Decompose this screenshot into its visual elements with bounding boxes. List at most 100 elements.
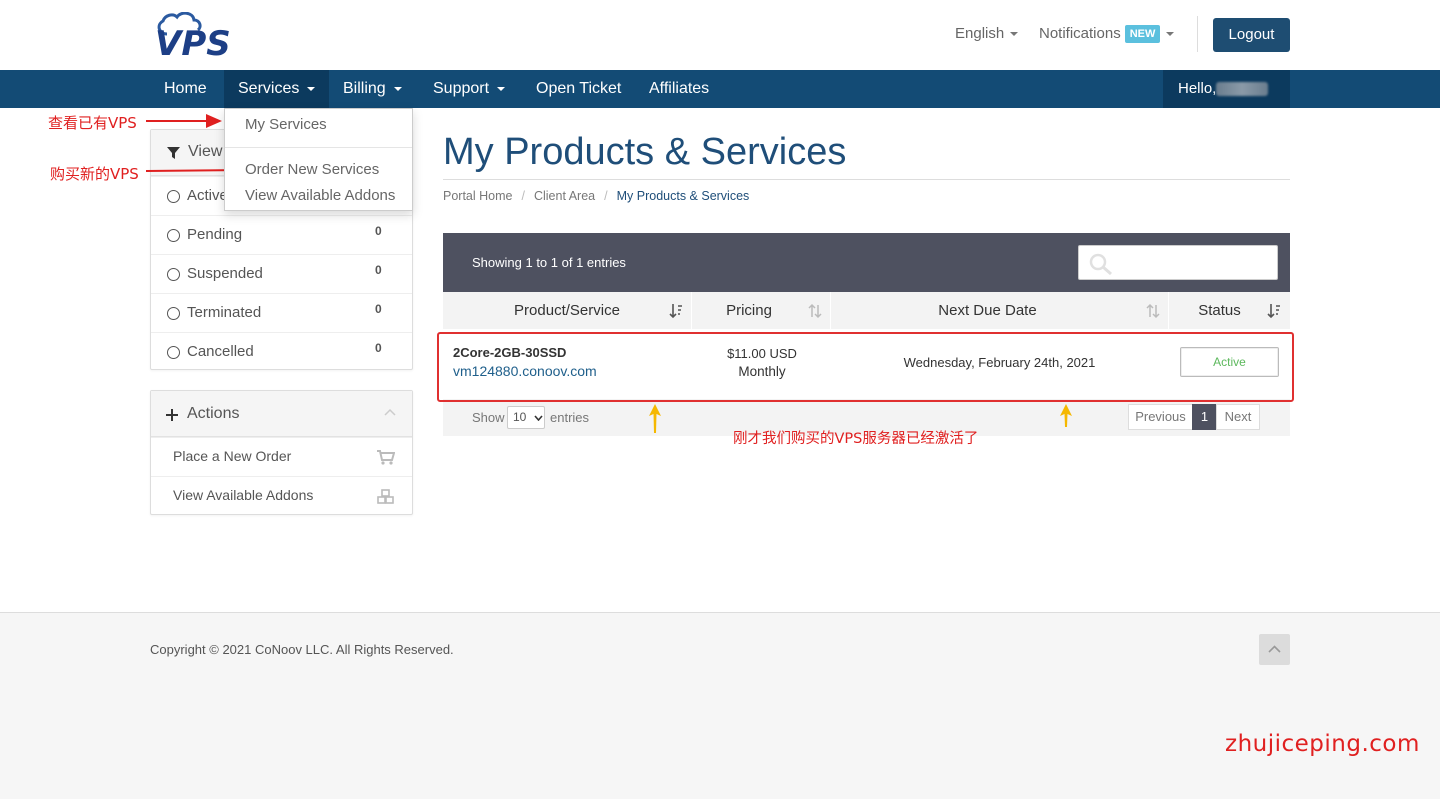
breadcrumb-portal-home[interactable]: Portal Home: [443, 189, 512, 203]
action-label: Place a New Order: [173, 448, 292, 464]
sort-icon: [1146, 303, 1160, 319]
blurred-username: [1216, 82, 1269, 97]
filter-label: Pending: [187, 226, 243, 243]
action-view-addons[interactable]: View Available Addons: [151, 476, 412, 515]
title-divider: [443, 179, 1290, 180]
filter-count: 0: [375, 224, 382, 238]
notifications-menu[interactable]: Notifications NEW: [1039, 25, 1175, 43]
action-label: View Available Addons: [173, 487, 314, 503]
new-badge: NEW: [1124, 25, 1161, 43]
svg-text:VPS: VPS: [155, 24, 231, 58]
search-icon: [1089, 253, 1112, 275]
breadcrumb-client-area[interactable]: Client Area: [534, 189, 595, 203]
show-label: Show: [472, 410, 505, 425]
chevron-down-icon: [1166, 32, 1175, 37]
annotation-view-existing: 查看已有VPS: [48, 114, 137, 132]
dropdown-order-new-services[interactable]: Order New Services: [245, 161, 379, 178]
pagination-next[interactable]: Next: [1216, 404, 1260, 430]
filter-icon: [167, 147, 180, 159]
action-place-order[interactable]: Place a New Order: [151, 437, 412, 476]
filter-label: Terminated: [187, 304, 262, 321]
col-pricing[interactable]: Pricing: [692, 292, 831, 329]
nav-services[interactable]: Services: [224, 70, 330, 108]
col-label: Next Due Date: [938, 302, 1037, 319]
cubes-icon: [377, 489, 394, 504]
page-footer: Copyright © 2021 CoNoov LLC. All Rights …: [0, 612, 1440, 799]
nav-billing[interactable]: Billing: [329, 70, 416, 108]
nav-home[interactable]: Home: [150, 70, 221, 108]
annotation-activated: 刚才我们购买的VPS服务器已经激活了: [733, 431, 979, 447]
top-header: VPS English Notifications NEW Logout: [0, 0, 1440, 70]
col-label: Status: [1198, 302, 1241, 319]
radio-icon[interactable]: [167, 307, 180, 320]
filter-label: Suspended: [187, 265, 263, 282]
nav-affiliates[interactable]: Affiliates: [635, 70, 723, 108]
dropdown-view-addons[interactable]: View Available Addons: [245, 187, 395, 204]
chevron-down-icon: [497, 86, 506, 91]
vps-logo[interactable]: VPS: [153, 12, 275, 58]
pagination-page-1[interactable]: 1: [1192, 404, 1217, 430]
col-status[interactable]: Status: [1169, 292, 1290, 329]
yellow-arrow-icon: [1060, 404, 1072, 427]
radio-icon[interactable]: [167, 346, 180, 359]
red-arrow-icon: [146, 114, 222, 128]
entries-info: Showing 1 to 1 of 1 entries: [472, 255, 626, 270]
chevron-down-icon: [534, 415, 543, 421]
filter-count: 0: [375, 341, 382, 355]
dropdown-my-services[interactable]: My Services: [245, 116, 327, 133]
sort-icon: [808, 303, 822, 319]
breadcrumb: Portal Home / Client Area / My Products & Se…: [443, 189, 750, 203]
pagination-previous[interactable]: Previous: [1128, 404, 1193, 430]
nav-open-ticket[interactable]: Open Ticket: [522, 70, 635, 108]
chevron-up-icon[interactable]: [384, 408, 396, 416]
main-nav: Home Services Billing Support Open Ticke…: [0, 70, 1440, 108]
col-label: Pricing: [726, 302, 772, 319]
col-label: Product/Service: [514, 302, 620, 319]
filter-count: 0: [375, 263, 382, 277]
back-to-top-button[interactable]: [1259, 634, 1290, 665]
filter-suspended[interactable]: Suspended 0: [151, 254, 412, 293]
chevron-up-icon: [1268, 645, 1281, 653]
logout-button[interactable]: Logout: [1213, 18, 1290, 52]
language-label: English: [955, 25, 1005, 42]
radio-icon[interactable]: [167, 229, 180, 242]
yellow-arrow-icon: [649, 404, 661, 433]
table-search-input[interactable]: [1078, 245, 1278, 280]
user-menu[interactable]: Hello,: [1163, 70, 1290, 108]
actions-panel-heading[interactable]: Actions: [151, 391, 412, 437]
chevron-down-icon: [393, 86, 402, 91]
sort-desc-icon: [669, 304, 682, 319]
divider: [1197, 16, 1198, 52]
hello-label: Hello,: [1178, 80, 1217, 97]
filter-pending[interactable]: Pending 0: [151, 215, 412, 254]
notifications-label: Notifications: [1039, 25, 1121, 42]
filter-count: 0: [375, 302, 382, 316]
col-product-service[interactable]: Product/Service: [443, 292, 692, 329]
filter-cancelled[interactable]: Cancelled 0: [151, 332, 412, 371]
radio-icon[interactable]: [167, 268, 180, 281]
col-next-due-date[interactable]: Next Due Date: [831, 292, 1169, 329]
nav-support[interactable]: Support: [419, 70, 519, 108]
shopping-cart-icon: [377, 450, 395, 465]
sort-desc-icon: [1267, 304, 1280, 319]
plus-icon: [166, 409, 178, 421]
page-length-select[interactable]: 10: [507, 406, 545, 429]
language-selector[interactable]: English: [955, 25, 1019, 42]
filter-terminated[interactable]: Terminated 0: [151, 293, 412, 332]
radio-icon[interactable]: [167, 190, 180, 203]
filter-label: Cancelled: [187, 343, 254, 360]
page-title: My Products & Services: [443, 131, 847, 173]
breadcrumb-current: My Products & Services: [616, 189, 750, 203]
chevron-down-icon: [1010, 32, 1019, 37]
actions-title: Actions: [187, 405, 240, 422]
view-title: View: [188, 143, 223, 160]
actions-panel: Actions Place a New Order View Available…: [150, 390, 413, 515]
chevron-down-icon: [307, 86, 316, 91]
dropdown-divider: [225, 147, 412, 148]
services-dropdown: My Services Order New Services View Avai…: [224, 108, 413, 211]
watermark: zhujiceping.com: [1225, 731, 1420, 757]
highlight-box: [437, 332, 1294, 402]
nav-support-label: Support: [433, 80, 490, 97]
filter-label: Active: [187, 187, 228, 204]
nav-services-label: Services: [238, 80, 300, 97]
